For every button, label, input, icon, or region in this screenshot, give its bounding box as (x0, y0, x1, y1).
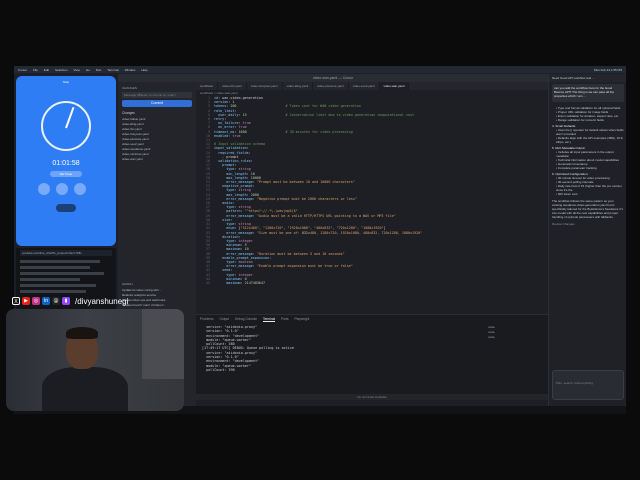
panel-footer: No terminals available (196, 394, 548, 400)
social-overlay: X ▶ ◎ in @ ▮ /divyanshunegi (12, 296, 128, 306)
webcam-door (142, 309, 184, 379)
response-bullet: • Includes all input parameters in the o… (556, 150, 614, 158)
chat-line (20, 290, 86, 293)
webcam-feed (6, 309, 184, 411)
lap-icon[interactable] (74, 183, 86, 195)
twitch-icon: ▮ (62, 297, 70, 305)
line-numbers: 1 2 3 4 5 6 7 8 9 10 11 12 13 14 15 16 17 18 19 20 21 22 23 24 2… (205, 96, 210, 285)
tab-video-hunyuan[interactable]: video-hunyuan.yaml (247, 82, 283, 90)
tab-video-ltxv[interactable]: video-ltxv.yaml (218, 82, 247, 90)
terminal-item[interactable]: node (488, 335, 544, 340)
chat-input-placeholder: Plan, search, build anything (556, 381, 593, 385)
tab-playwright[interactable]: Playwright (295, 317, 310, 322)
menu-edit[interactable]: Edit (44, 68, 49, 72)
panel-tabs: Problems Output Debug Console Terminal P… (196, 315, 548, 324)
changes-label: Changes (122, 111, 135, 115)
response-bullet: • Uses the || operator for default value… (556, 128, 624, 136)
assistant-response: • Type and format validation for all opt… (552, 106, 624, 226)
terminal-panel: Problems Output Debug Console Terminal P… (196, 314, 548, 400)
timer-controls (38, 183, 86, 195)
changed-files-list: video-hailuo.yaml video-kling.yaml video… (122, 117, 194, 162)
user-message: can you add the workflow here for the Go… (552, 84, 624, 102)
tab-ports[interactable]: Ports (281, 317, 288, 322)
chat-line (20, 278, 80, 281)
code-area[interactable]: 1 2 3 4 5 6 7 8 9 10 11 12 13 14 15 16 17 18 19 20 21 22 23 24 2… (196, 96, 548, 314)
editor-tabs: workflows video-ltxv.yaml video-hunyuan.… (196, 82, 548, 90)
chat-line (20, 260, 100, 263)
response-summary: The workflow follows the same pattern as… (552, 199, 623, 219)
assistant-chat-panel: Need Good API workflow and ... can you a… (548, 74, 626, 414)
chat-line (20, 284, 96, 287)
menu-view[interactable]: View (73, 68, 79, 72)
menu-run[interactable]: Run (96, 68, 102, 72)
pause-icon[interactable] (56, 183, 68, 195)
youtube-icon: ▶ (22, 297, 30, 305)
menubar-clock: Mon Feb 24 1:55 PM (593, 67, 622, 72)
changed-file[interactable]: video-wan.yaml (122, 157, 194, 162)
chat-input[interactable]: Plan, search, build anything (552, 370, 624, 400)
menu-terminal[interactable]: Terminal (107, 68, 118, 72)
terminal-output[interactable]: service: "aiidonia-proxy" version: "0.1.… (202, 325, 294, 372)
tab-terminal[interactable]: Terminal (263, 317, 276, 322)
linkedin-icon: in (42, 297, 50, 305)
menu-help[interactable]: Help (141, 68, 147, 72)
tab-debug-console[interactable]: Debug Console (235, 317, 257, 322)
x-icon: X (12, 297, 20, 305)
menubar: Cursor File Edit Selection View Go Run T… (14, 66, 626, 73)
tab-problems[interactable]: Problems (200, 317, 213, 322)
response-bullet: • 300 token cost (556, 192, 578, 196)
chat-header[interactable]: Need Good API workflow and ... (549, 74, 626, 82)
code-content[interactable]: id: wan-video-generation version: 1 toke… (214, 96, 422, 285)
tab-video-pixverse[interactable]: video-pixverse.yaml (313, 82, 349, 90)
graph-header: GRAPH (122, 282, 133, 286)
response-bullet: • Daily rate limit of 15 (higher than th… (556, 184, 622, 192)
tab-video-kling[interactable]: video-kling.yaml (283, 82, 314, 90)
threads-icon: @ (52, 297, 60, 305)
webcam-person-body (42, 367, 128, 411)
response-bullet: • Range validation for numeric fields (556, 118, 604, 122)
terminal-list: node node node (488, 325, 544, 340)
live-chat-url[interactable]: youtube.com/live_chat?is_popout=1&v=7ZB.… (20, 250, 112, 256)
menu-window[interactable]: Window (125, 68, 136, 72)
stopwatch-widget: Stop 01:01:58 Set Timer (16, 76, 116, 246)
menu-go[interactable]: Go (86, 68, 90, 72)
commit-message-input[interactable]: Message (⌘Enter to commit on 'main') (122, 92, 192, 98)
response-bullet: • Defaults align with the API examples (… (556, 136, 624, 144)
tab-output[interactable]: Output (219, 317, 229, 322)
instagram-icon: ◎ (32, 297, 40, 305)
review-changes-link[interactable]: Review Changes (552, 222, 624, 226)
timer-title: Stop (62, 80, 70, 84)
timer-toggle[interactable] (56, 204, 76, 212)
screen: Cursor File Edit Selection View Go Run T… (0, 0, 640, 480)
timer-time: 01:01:58 (52, 160, 80, 167)
tab-video-wan[interactable]: video-wan.yaml (379, 82, 410, 90)
menu-file[interactable]: File (33, 68, 38, 72)
changes-header: CHANGES (122, 86, 137, 90)
tab-video-veo2[interactable]: video-veo2.yaml (349, 82, 380, 90)
tab-workflows[interactable]: workflows (196, 82, 219, 90)
social-handle: /divyanshunegi (75, 296, 129, 306)
timer-sub[interactable]: Set Timer (50, 171, 82, 177)
chat-line (20, 266, 90, 269)
menu-selection[interactable]: Selection (55, 68, 67, 72)
reset-icon[interactable] (38, 183, 50, 195)
editor-title: video-wan.yaml — Cursor (118, 74, 548, 82)
menu-cursor[interactable]: Cursor (18, 68, 27, 72)
response-bullet: • Complete parameter tracking (556, 166, 597, 170)
commit-button[interactable]: Commit (122, 100, 192, 107)
webcam-person-hair (66, 327, 98, 339)
chat-line (20, 272, 104, 275)
